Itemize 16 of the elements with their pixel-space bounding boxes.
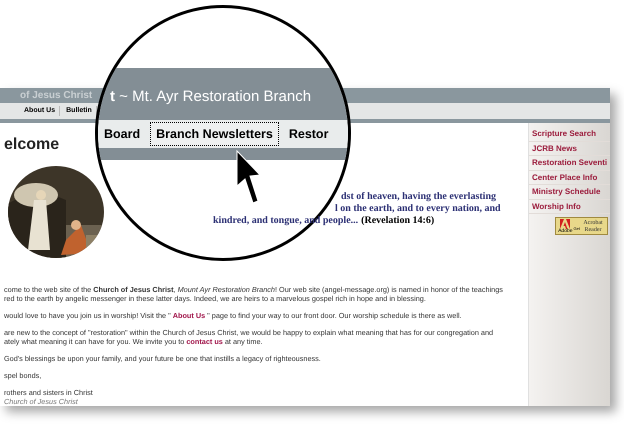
sidebar-link[interactable]: Worship Info [529,200,610,214]
adobe-logo-icon [560,219,570,229]
nav-tab[interactable]: Branch Newsletters [150,122,279,146]
sidebar-link[interactable]: JCRB News [529,142,610,156]
sidebar-link[interactable]: Scripture Search [529,127,610,142]
verse-reference: (Revelation 14:6) [361,215,434,226]
verse-text: dst of heaven, having the everlasting [341,191,496,202]
sidebar-link[interactable]: Center Place Info [529,170,610,185]
verse-text: l on the earth, and to every nation, and [335,203,501,214]
sidebar-link[interactable]: Restoration Seventi [529,156,610,170]
site-title: of Jesus Christ [20,89,92,103]
nav-tab[interactable]: Board [98,122,146,146]
page-heading: elcome [4,135,60,154]
magnified-site-title: t ~ Mt. Ayr Restoration Branch [110,86,312,106]
nav-tab[interactable]: Restor [282,122,334,146]
sidebar-link[interactable]: Ministry Schedule [529,185,610,200]
